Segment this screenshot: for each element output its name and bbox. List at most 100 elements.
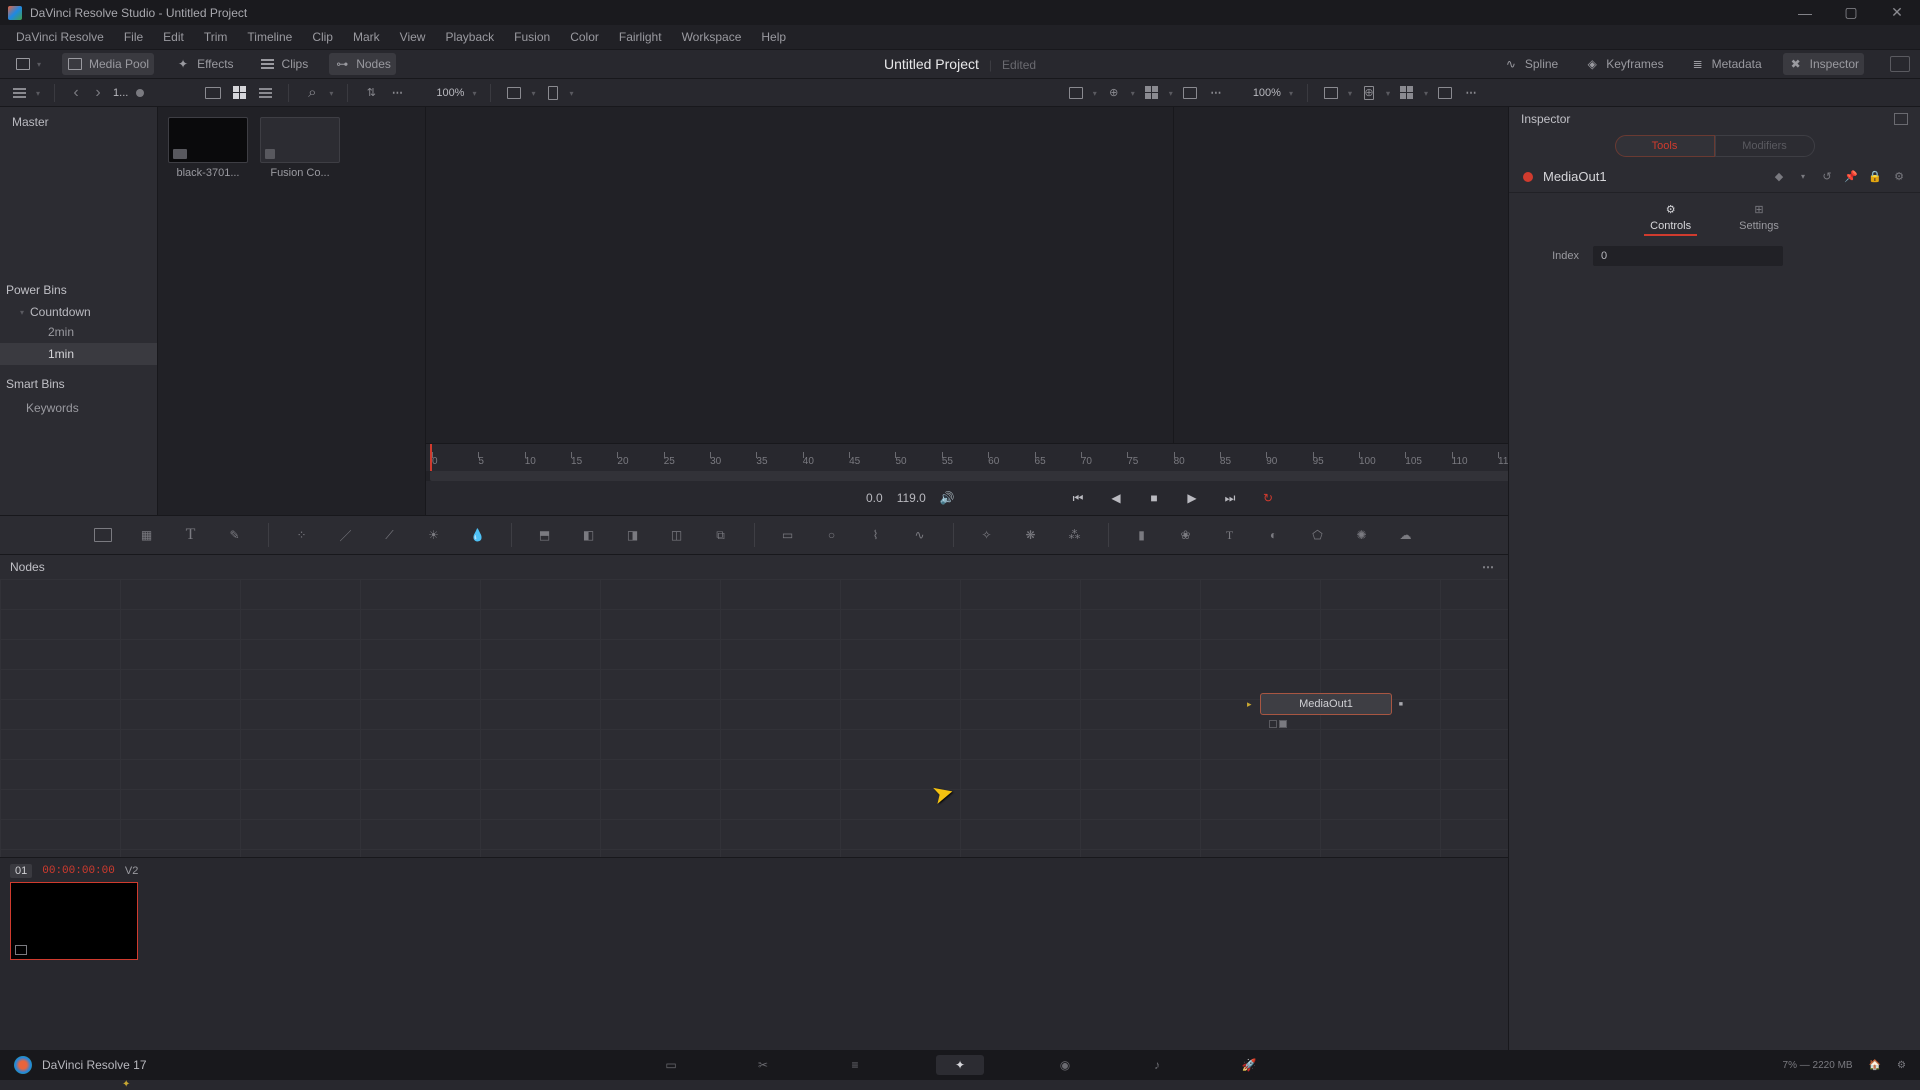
rectangle-tool-icon[interactable]: ▭ — [777, 524, 799, 546]
clip-selected-thumb[interactable] — [10, 882, 138, 960]
field-index-input[interactable] — [1593, 246, 1783, 266]
minimize-button[interactable]: — — [1782, 0, 1828, 25]
clip-item[interactable]: black-3701... — [168, 117, 248, 179]
nodes-canvas[interactable]: MediaOut1 — [0, 579, 1508, 857]
menu-timeline[interactable]: Timeline — [237, 25, 302, 49]
insp-a-dropdown-icon[interactable] — [1348, 88, 1352, 98]
clips-button[interactable]: Clips — [255, 53, 314, 75]
ellipse-tool-icon[interactable]: ○ — [821, 524, 843, 546]
shape3d-tool-icon[interactable]: ❀ — [1175, 524, 1197, 546]
master-bin[interactable]: Master — [0, 107, 157, 137]
tab-tools[interactable]: Tools — [1615, 135, 1715, 157]
grid-view-icon[interactable] — [230, 85, 248, 101]
lock-icon[interactable]: 🔒 — [1868, 170, 1882, 184]
text3d-tool-icon[interactable]: T — [1219, 524, 1241, 546]
viewer-global-dropdown-icon[interactable] — [1131, 88, 1135, 98]
inspector-expand-icon[interactable] — [1894, 113, 1908, 125]
audio-icon[interactable]: 🔊 — [940, 491, 955, 505]
light-tool-icon[interactable]: ☀ — [423, 524, 445, 546]
text-tool-icon[interactable]: T — [180, 524, 202, 546]
tab-modifiers[interactable]: Modifiers — [1715, 135, 1815, 157]
insp-global-dropdown-icon[interactable] — [1386, 88, 1390, 98]
menu-workspace[interactable]: Workspace — [672, 25, 752, 49]
nodes-button[interactable]: ⊶Nodes — [329, 53, 396, 75]
viewer-grid-icon[interactable] — [1143, 85, 1161, 101]
go-start-icon[interactable]: ⏮ — [1068, 488, 1088, 508]
search-icon[interactable] — [303, 85, 321, 101]
menu-mark[interactable]: Mark — [343, 25, 390, 49]
bin-keywords[interactable]: Keywords — [0, 397, 157, 419]
bspline-tool-icon[interactable]: ∿ — [909, 524, 931, 546]
viewer-grid-dropdown-icon[interactable] — [1169, 88, 1173, 98]
menu-edit[interactable]: Edit — [153, 25, 194, 49]
bin-countdown[interactable]: Countdown — [0, 303, 157, 321]
particles-tool-icon[interactable]: ✧ — [976, 524, 998, 546]
zoom-left-dropdown-icon[interactable] — [472, 88, 476, 98]
page-color-icon[interactable]: ◉ — [1054, 1055, 1076, 1075]
menu-playback[interactable]: Playback — [435, 25, 504, 49]
crop-tool-icon[interactable]: ⧉ — [710, 524, 732, 546]
matte-tool-icon[interactable]: ◨ — [622, 524, 644, 546]
clip-edit-icon[interactable] — [15, 945, 27, 955]
node-mediaout1[interactable]: MediaOut1 — [1260, 693, 1392, 715]
merge-tool-icon[interactable]: ⬒ — [534, 524, 556, 546]
play-icon[interactable]: ▶ — [1182, 488, 1202, 508]
page-media-icon[interactable]: ▭ — [660, 1055, 682, 1075]
resize-tool-icon[interactable]: ◫ — [666, 524, 688, 546]
expand-icon[interactable] — [20, 307, 24, 317]
clipstrip-playhead-icon[interactable]: ✦ — [122, 1079, 130, 1090]
maximize-button[interactable]: ▢ — [1828, 0, 1874, 25]
zoom-left-label[interactable]: 100% — [436, 87, 464, 99]
nav-fwd-icon[interactable] — [91, 86, 105, 100]
split-dropdown-icon[interactable] — [570, 88, 574, 98]
project-settings-icon[interactable]: ⚙ — [1897, 1060, 1906, 1071]
clip-item[interactable]: Fusion Co... — [260, 117, 340, 179]
keyframe-icon[interactable]: ◆ — [1772, 170, 1786, 184]
menu-view[interactable]: View — [390, 25, 436, 49]
menu-davinci-resolve[interactable]: DaVinci Resolve — [6, 25, 114, 49]
pemitter-tool-icon[interactable]: ⁂ — [1064, 524, 1086, 546]
zoom-right-label[interactable]: 100% — [1253, 87, 1281, 99]
bin-view-icon[interactable] — [10, 85, 28, 101]
sort-icon[interactable]: ⇅ — [362, 85, 380, 101]
menu-help[interactable]: Help — [751, 25, 796, 49]
pin-icon[interactable]: 📌 — [1844, 170, 1858, 184]
insp-more-icon[interactable] — [1462, 85, 1480, 101]
colorcorrect-tool-icon[interactable]: ⟋ — [379, 524, 401, 546]
page-fairlight-icon[interactable]: ♪ — [1146, 1055, 1168, 1075]
spline-button[interactable]: ∿Spline — [1498, 53, 1563, 75]
menu-fusion[interactable]: Fusion — [504, 25, 560, 49]
nav-back-icon[interactable] — [69, 86, 83, 100]
fit-icon[interactable] — [505, 85, 523, 101]
menu-file[interactable]: File — [114, 25, 153, 49]
camera3d-tool-icon[interactable]: ◐ — [1263, 524, 1285, 546]
subtab-controls[interactable]: ⚙Controls — [1644, 199, 1697, 236]
prender-tool-icon[interactable]: ❋ — [1020, 524, 1042, 546]
dropdown-icon[interactable] — [36, 88, 40, 98]
viewer-global-icon[interactable]: ⊕ — [1105, 85, 1123, 101]
viewer-single-icon[interactable] — [1181, 85, 1199, 101]
tracker-tool-icon[interactable]: ⁘ — [291, 524, 313, 546]
menu-fairlight[interactable]: Fairlight — [609, 25, 672, 49]
bin-2min[interactable]: 2min — [0, 321, 157, 343]
node-view-buttons[interactable] — [1269, 720, 1287, 728]
more-icon[interactable] — [388, 85, 406, 101]
search-dropdown-icon[interactable] — [329, 88, 333, 98]
metadata-button[interactable]: ≣Metadata — [1685, 53, 1767, 75]
reset-icon[interactable]: ↺ — [1820, 170, 1834, 184]
step-back-icon[interactable]: ◀ — [1106, 488, 1126, 508]
thumb-view-icon[interactable] — [204, 85, 222, 101]
light3d-tool-icon[interactable]: ✺ — [1351, 524, 1373, 546]
settings-gear-icon[interactable]: ⚙ — [1892, 170, 1906, 184]
media-pool-button[interactable]: Media Pool — [62, 53, 154, 75]
viewer-a-dropdown-icon[interactable] — [1093, 88, 1097, 98]
close-button[interactable]: ✕ — [1874, 0, 1920, 25]
menu-color[interactable]: Color — [560, 25, 609, 49]
insp-grid-icon[interactable] — [1398, 85, 1416, 101]
version-dropdown-icon[interactable] — [1796, 170, 1810, 184]
polygon-tool-icon[interactable]: ⌇ — [865, 524, 887, 546]
merge3d-tool-icon[interactable]: ⬠ — [1307, 524, 1329, 546]
inspector-node-name[interactable]: MediaOut1 — [1543, 169, 1607, 184]
viewer-left[interactable] — [426, 107, 1174, 443]
list-view-icon[interactable] — [256, 85, 274, 101]
